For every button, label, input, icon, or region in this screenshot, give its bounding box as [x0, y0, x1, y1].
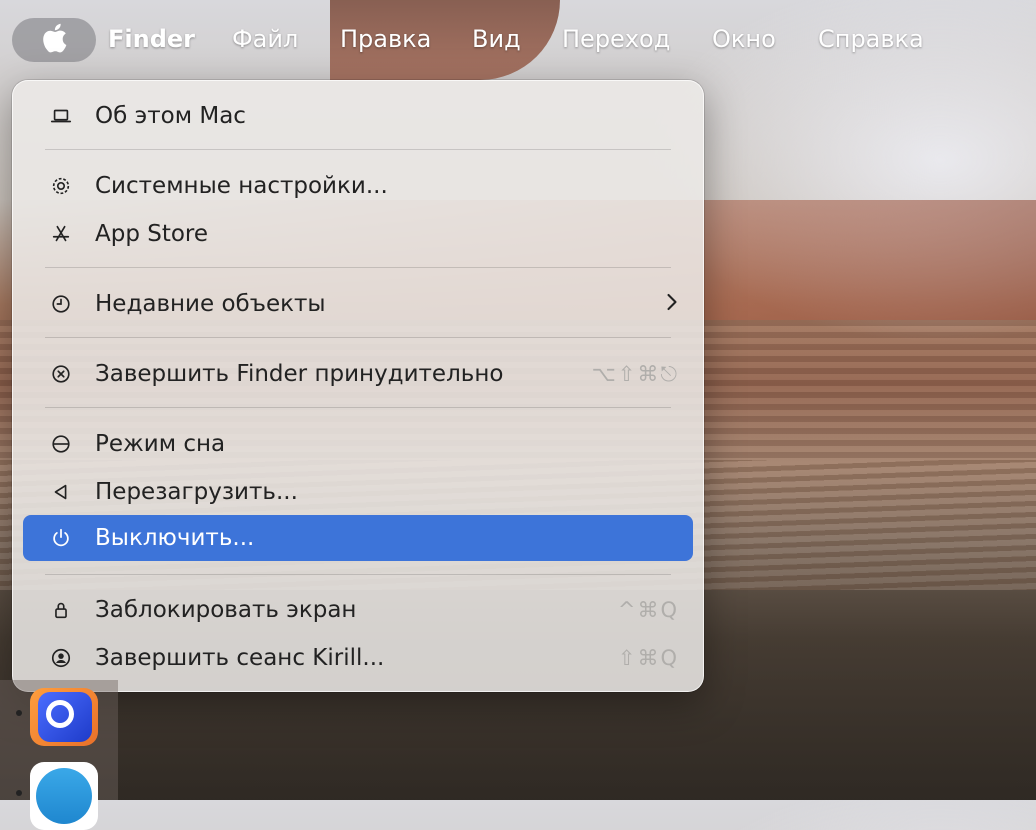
- power-icon: [49, 526, 73, 550]
- menu-item-label: Завершить Finder принудительно: [95, 361, 504, 387]
- menubar-go[interactable]: Переход: [562, 22, 670, 56]
- menu-item-label: Заблокировать экран: [95, 597, 357, 623]
- lock-icon: [49, 598, 73, 622]
- clock-icon: [49, 292, 73, 316]
- menu-separator: [45, 267, 671, 268]
- menubar-window[interactable]: Окно: [712, 22, 776, 56]
- menu-item-label: Режим сна: [95, 431, 226, 457]
- menu-separator: [45, 407, 671, 408]
- sleep-icon: [49, 432, 73, 456]
- apple-menu-dropdown: Об этом Mac Системные настройки... App S…: [12, 80, 704, 692]
- menu-separator: [45, 337, 671, 338]
- restart-icon: [49, 480, 73, 504]
- dock-running-indicator: [16, 790, 22, 796]
- menu-item-label: Системные настройки...: [95, 173, 388, 199]
- menubar-edit[interactable]: Правка: [340, 22, 431, 56]
- dock-app-icon[interactable]: [30, 688, 98, 746]
- menu-item-label: Выключить...: [95, 525, 255, 551]
- menu-separator: [45, 149, 671, 150]
- menubar-file[interactable]: Файл: [232, 22, 298, 56]
- menu-item-label: Перезагрузить...: [95, 479, 298, 505]
- menu-item-lock-screen[interactable]: Заблокировать экран ^⌘Q: [23, 590, 693, 630]
- menu-item-log-out[interactable]: Завершить сеанс Kirill... ⇧⌘Q: [23, 638, 693, 678]
- apple-menu-button[interactable]: [12, 18, 96, 62]
- menu-item-about-this-mac[interactable]: Об этом Mac: [23, 96, 693, 136]
- shortcut: ⇧⌘Q: [617, 646, 679, 670]
- menu-item-restart[interactable]: Перезагрузить...: [23, 472, 693, 512]
- dock-running-indicator: [16, 710, 22, 716]
- appstore-icon: [49, 222, 73, 246]
- menu-item-sleep[interactable]: Режим сна: [23, 424, 693, 464]
- apple-logo-icon: [40, 22, 68, 58]
- shortcut: ^⌘Q: [617, 598, 679, 622]
- menu-item-app-store[interactable]: App Store: [23, 214, 693, 254]
- menu-item-label: App Store: [95, 221, 209, 247]
- menu-item-system-settings[interactable]: Системные настройки...: [23, 166, 693, 206]
- user-icon: [49, 646, 73, 670]
- menu-separator: [45, 574, 671, 575]
- laptop-icon: [49, 104, 73, 128]
- menu-bar: Finder Файл Правка Вид Переход Окно Спра…: [0, 0, 1036, 78]
- force-quit-icon: [49, 362, 73, 386]
- gear-icon: [49, 174, 73, 198]
- menubar-view[interactable]: Вид: [472, 22, 521, 56]
- menu-item-label: Завершить сеанс Kirill...: [95, 645, 385, 671]
- menu-item-force-quit[interactable]: Завершить Finder принудительно ⌥⇧⌘⎋: [23, 354, 693, 394]
- shortcut: ⌥⇧⌘⎋: [591, 362, 679, 386]
- menu-item-label: Недавние объекты: [95, 291, 326, 317]
- menu-item-shut-down[interactable]: Выключить...: [23, 515, 693, 561]
- menubar-help[interactable]: Справка: [818, 22, 924, 56]
- chevron-right-icon: [665, 282, 679, 326]
- menubar-finder[interactable]: Finder: [108, 22, 195, 56]
- telegram-icon[interactable]: [30, 762, 98, 830]
- menu-item-recent-items[interactable]: Недавние объекты: [23, 284, 693, 324]
- menu-item-label: Об этом Mac: [95, 103, 246, 129]
